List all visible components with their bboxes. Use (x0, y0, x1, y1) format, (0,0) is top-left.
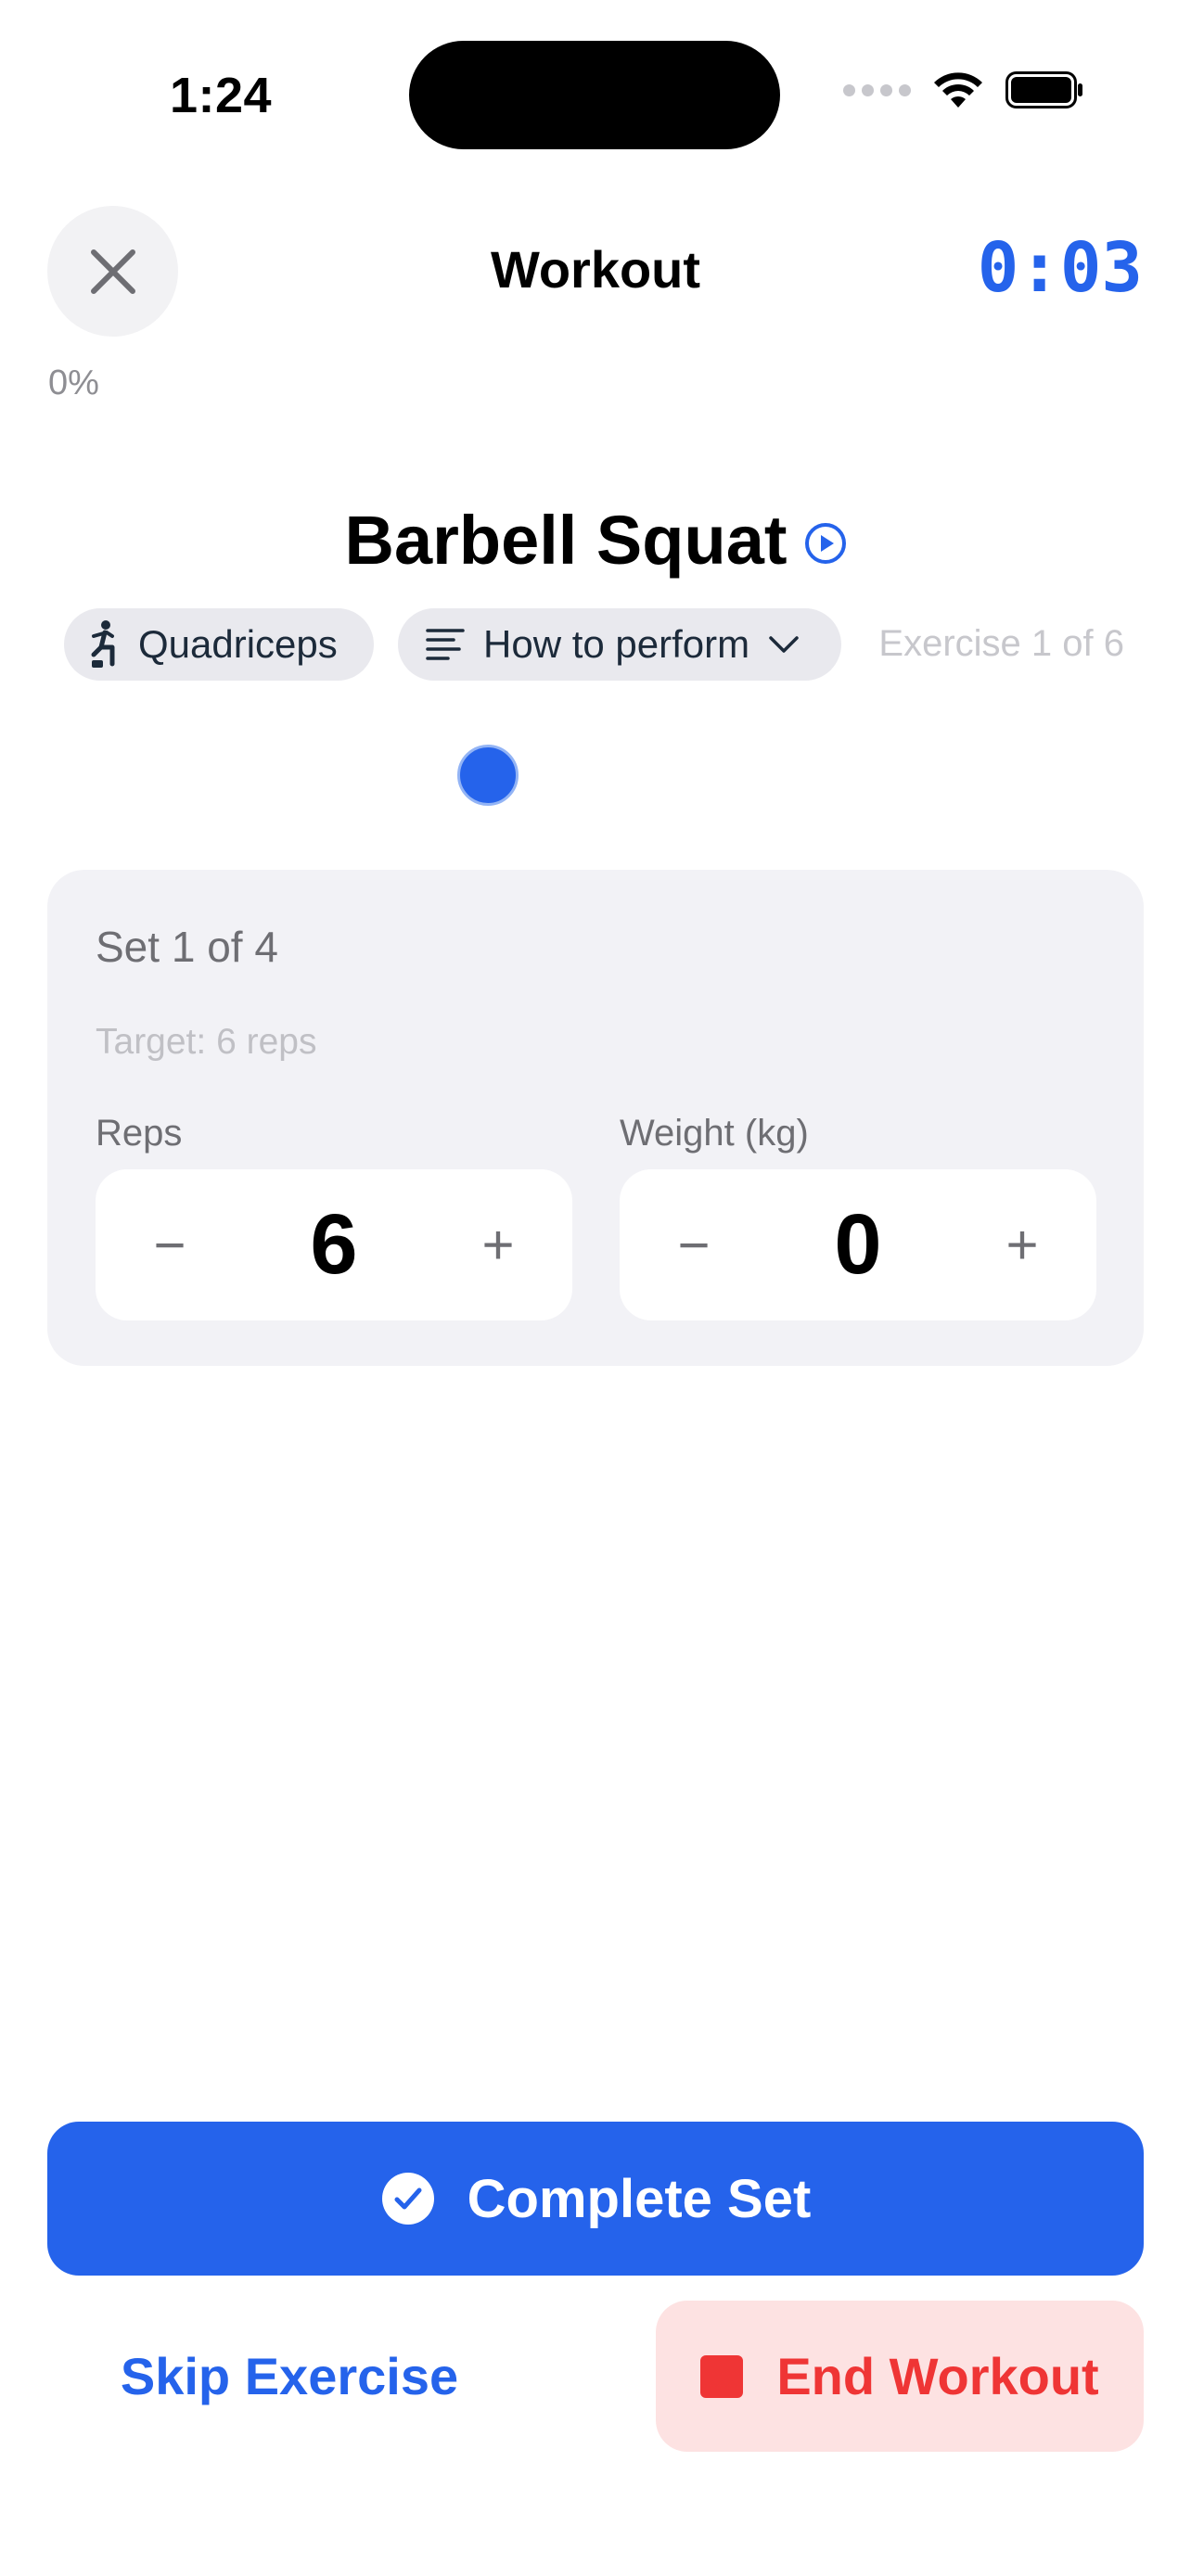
exercise-dot-indicator[interactable] (457, 745, 519, 806)
workout-timer: 0:03 (977, 228, 1143, 308)
how-to-perform-dropdown[interactable]: How to perform (398, 608, 841, 681)
cellular-signal-icon (843, 83, 911, 96)
skip-exercise-button[interactable]: Skip Exercise (85, 2302, 493, 2450)
reps-increment-button[interactable]: + (442, 1169, 554, 1320)
complete-set-label: Complete Set (467, 2168, 812, 2229)
dynamic-island (409, 41, 780, 149)
stop-icon (700, 2354, 744, 2398)
weight-stepper: − 0 + (620, 1169, 1096, 1320)
weight-increment-button[interactable]: + (967, 1169, 1078, 1320)
battery-icon (1005, 71, 1082, 108)
reps-label: Reps (96, 1113, 183, 1154)
end-workout-button[interactable]: End Workout (656, 2301, 1144, 2452)
weight-label: Weight (kg) (620, 1113, 809, 1154)
complete-set-button[interactable]: Complete Set (47, 2122, 1144, 2276)
exercise-name: Barbell Squat (344, 502, 788, 579)
end-workout-label: End Workout (776, 2347, 1099, 2405)
play-circle-icon[interactable] (804, 522, 847, 565)
person-icon (91, 620, 115, 668)
workout-screen: 1:24 Workout 0:03 0% Barbell Squat Quadr… (0, 0, 1191, 2576)
exercise-counter: Exercise 1 of 6 (878, 623, 1124, 664)
muscle-group-label: Quadriceps (138, 622, 338, 666)
reps-stepper: − 6 + (96, 1169, 572, 1320)
set-counter: Set 1 of 4 (96, 923, 278, 971)
muscle-group-chip[interactable]: Quadriceps (64, 608, 374, 681)
progress-percentage: 0% (48, 363, 99, 402)
target-reps: Target: 6 reps (96, 1022, 317, 1062)
exercise-title-row: Barbell Squat (0, 501, 1191, 580)
set-card: Set 1 of 4 Target: 6 reps Reps − 6 + Wei… (47, 870, 1144, 1366)
how-to-perform-label: How to perform (483, 622, 750, 666)
chevron-down-icon (769, 636, 799, 653)
check-circle-icon (381, 2173, 434, 2225)
text-lines-icon (426, 629, 465, 660)
wifi-icon (934, 72, 982, 108)
status-time: 1:24 (170, 68, 273, 123)
status-icons (843, 70, 1083, 109)
